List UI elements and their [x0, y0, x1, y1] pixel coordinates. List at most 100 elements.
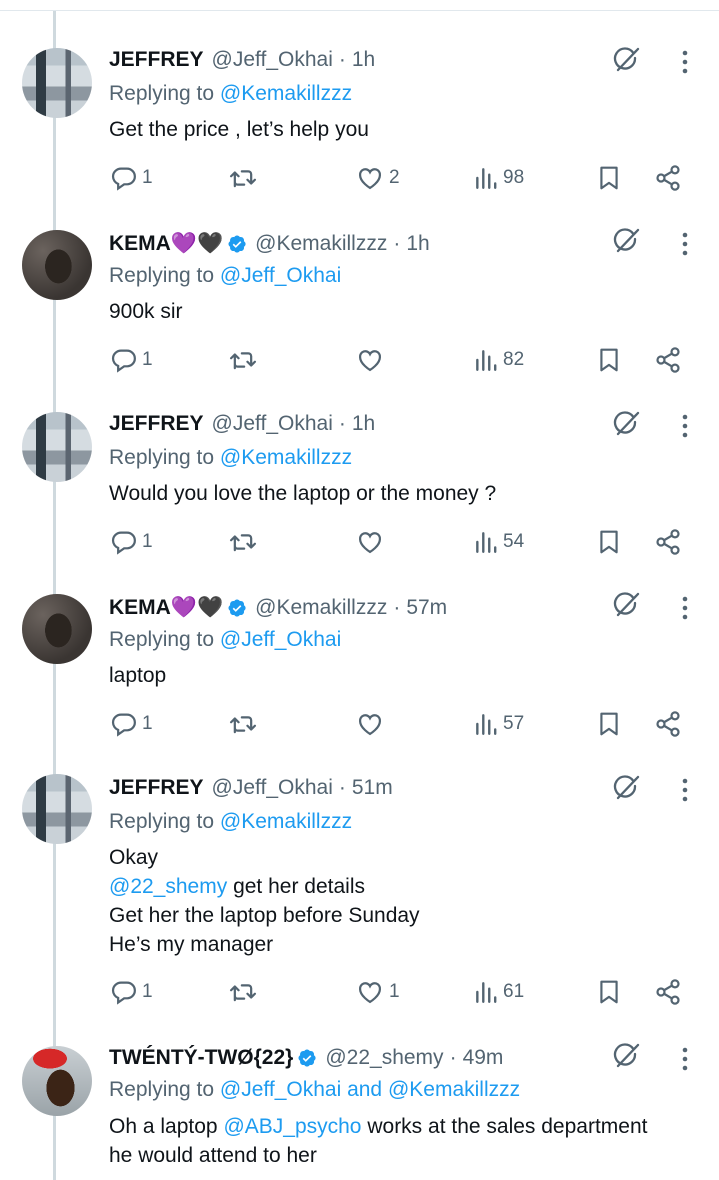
display-name[interactable]: KEMA💜🖤: [109, 596, 223, 620]
timestamp[interactable]: 51m: [352, 776, 393, 800]
like-button[interactable]: 1: [355, 978, 400, 1006]
share-button[interactable]: [654, 528, 682, 556]
user-handle[interactable]: @22_shemy: [325, 1046, 443, 1070]
mention-link[interactable]: @Jeff_Okhai: [220, 1078, 341, 1101]
mention-link[interactable]: @Jeff_Okhai: [220, 264, 341, 287]
share-icon: [654, 710, 682, 738]
separator-dot: ·: [338, 412, 346, 435]
views-button[interactable]: 82: [473, 346, 524, 374]
views-button[interactable]: 54: [473, 528, 524, 556]
display-name[interactable]: TWÉNTÝ-TWØ{22}: [109, 1046, 293, 1070]
avatar[interactable]: [22, 412, 92, 482]
share-button[interactable]: [654, 164, 682, 192]
reply-tweet[interactable]: JEFFREY @Jeff_Okhai · 51m Replying to @K…: [0, 746, 719, 1016]
user-handle[interactable]: @Jeff_Okhai: [212, 48, 333, 72]
mention-link[interactable]: @22_shemy: [109, 875, 227, 898]
bookmark-button[interactable]: [596, 346, 622, 374]
reply-button[interactable]: 1: [110, 528, 153, 556]
user-handle[interactable]: @Kemakillzzz: [255, 232, 387, 256]
like-button[interactable]: [355, 346, 385, 374]
retweet-button[interactable]: [229, 978, 257, 1006]
grok-icon[interactable]: [612, 45, 642, 75]
timestamp[interactable]: 1h: [352, 412, 375, 436]
avatar[interactable]: [22, 774, 92, 844]
more-options-icon[interactable]: [676, 48, 694, 76]
user-handle[interactable]: @Kemakillzzz: [255, 596, 387, 620]
retweet-button[interactable]: [229, 346, 257, 374]
display-name[interactable]: JEFFREY: [109, 412, 204, 436]
more-options-icon[interactable]: [676, 1045, 694, 1073]
retweet-button[interactable]: [229, 164, 257, 192]
views-button[interactable]: 61: [473, 978, 524, 1006]
bookmark-button[interactable]: [596, 164, 622, 192]
mention-link[interactable]: @Jeff_Okhai: [220, 628, 341, 651]
timestamp[interactable]: 57m: [406, 596, 447, 620]
like-button[interactable]: [355, 710, 385, 738]
bookmark-button[interactable]: [596, 978, 622, 1006]
tweet-text: Oh a laptop @ABJ_psycho works at the sal…: [109, 1115, 648, 1167]
retweet-button[interactable]: [229, 528, 257, 556]
display-name[interactable]: JEFFREY: [109, 48, 204, 72]
grok-icon[interactable]: [612, 409, 642, 439]
grok-icon[interactable]: [612, 1041, 642, 1071]
reply-tweet[interactable]: KEMA💜🖤 @Kemakillzzz · 57m Replying to @J…: [0, 564, 719, 746]
replying-to: Replying to @Kemakillzzz: [109, 446, 353, 469]
avatar[interactable]: [22, 230, 92, 300]
bookmark-button[interactable]: [596, 710, 622, 738]
reply-tweet[interactable]: JEFFREY @Jeff_Okhai · 1h Replying to @Ke…: [0, 382, 719, 564]
reply-icon: [110, 978, 138, 1006]
retweet-icon: [229, 528, 257, 556]
retweet-icon: [229, 710, 257, 738]
share-icon: [654, 978, 682, 1006]
reply-button[interactable]: 1: [110, 346, 153, 374]
views-icon: [473, 978, 499, 1006]
mention-link[interactable]: @ABJ_psycho: [223, 1115, 361, 1138]
reply-tweet[interactable]: JEFFREY @Jeff_Okhai · 1h Replying to @Ke…: [0, 0, 719, 200]
mention-link[interactable]: @Kemakillzzz: [220, 82, 352, 105]
more-options-icon[interactable]: [676, 776, 694, 804]
reply-button[interactable]: 1: [110, 164, 153, 192]
like-button[interactable]: [355, 528, 385, 556]
avatar[interactable]: [22, 48, 92, 118]
verified-badge-icon: [227, 598, 247, 618]
mention-link[interactable]: @Kemakillzzz: [220, 446, 352, 469]
reply-tweet[interactable]: TWÉNTÝ-TWØ{22} @22_shemy · 49m Replying …: [0, 1016, 719, 1180]
reply-tweet[interactable]: KEMA💜🖤 @Kemakillzzz · 1h Replying to @Je…: [0, 200, 719, 382]
views-button[interactable]: 98: [473, 164, 524, 192]
bookmark-icon: [596, 164, 622, 192]
avatar[interactable]: [22, 1046, 92, 1116]
tweet-text: Would you love the laptop or the money ?: [109, 482, 497, 505]
timestamp[interactable]: 49m: [463, 1046, 504, 1070]
reply-button[interactable]: 1: [110, 978, 153, 1006]
user-handle[interactable]: @Jeff_Okhai: [212, 776, 333, 800]
avatar[interactable]: [22, 594, 92, 664]
grok-icon[interactable]: [612, 226, 642, 256]
display-name[interactable]: JEFFREY: [109, 776, 204, 800]
grok-icon[interactable]: [612, 773, 642, 803]
mention-link[interactable]: @Kemakillzzz: [388, 1078, 520, 1101]
more-options-icon[interactable]: [676, 594, 694, 622]
like-button[interactable]: 2: [355, 164, 400, 192]
bookmark-icon: [596, 710, 622, 738]
mention-link[interactable]: @Kemakillzzz: [220, 810, 352, 833]
share-button[interactable]: [654, 710, 682, 738]
retweet-icon: [229, 978, 257, 1006]
heart-icon: [355, 164, 385, 192]
share-button[interactable]: [654, 346, 682, 374]
more-options-icon[interactable]: [676, 230, 694, 258]
grok-icon[interactable]: [612, 590, 642, 620]
retweet-button[interactable]: [229, 710, 257, 738]
more-options-icon[interactable]: [676, 412, 694, 440]
reply-button[interactable]: 1: [110, 710, 153, 738]
timestamp[interactable]: 1h: [352, 48, 375, 72]
display-name[interactable]: KEMA💜🖤: [109, 232, 223, 256]
heart-icon: [355, 528, 385, 556]
replying-to: Replying to @Kemakillzzz: [109, 82, 353, 105]
bookmark-button[interactable]: [596, 528, 622, 556]
user-handle[interactable]: @Jeff_Okhai: [212, 412, 333, 436]
reply-icon: [110, 710, 138, 738]
tweet-text: Okay @22_shemy get her details Get her t…: [109, 846, 420, 956]
timestamp[interactable]: 1h: [406, 232, 429, 256]
share-button[interactable]: [654, 978, 682, 1006]
views-button[interactable]: 57: [473, 710, 524, 738]
